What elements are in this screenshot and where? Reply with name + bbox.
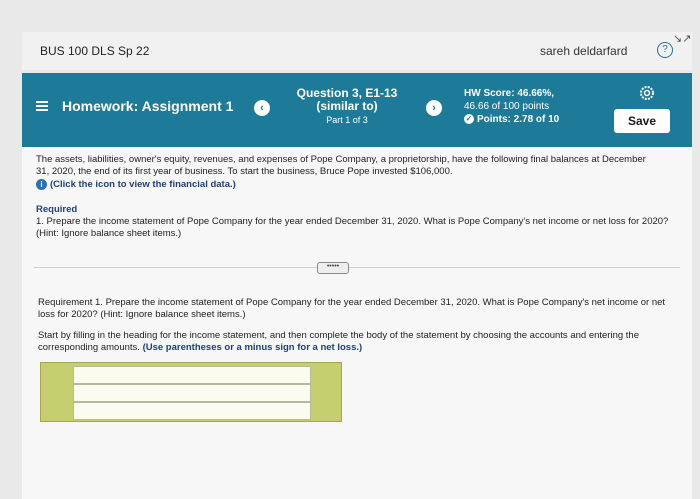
heading-period-input[interactable] [73,402,311,420]
expand-icon[interactable]: ↘↗ [673,32,691,45]
course-title: BUS 100 DLS Sp 22 [40,44,150,58]
question-content: The assets, liabilities, owner's equity,… [22,147,692,499]
requirement-1-instructions: Start by filling in the heading for the … [38,330,668,354]
user-name[interactable]: sareh deldarfard [540,44,627,58]
homework-bar: Homework: Assignment 1 ‹ Question 3, E1-… [22,73,692,147]
expand-collapse-button[interactable]: ••••• [317,262,349,274]
question-title: Question 3, E1-13 (similar to) [292,87,402,113]
question-points-text: Points: 2.78 of 10 [477,114,560,125]
score-panel: HW Score: 46.66%, 46.66 of 100 points ✓ P… [464,87,559,126]
previous-question-button[interactable]: ‹ [254,100,270,116]
menu-icon[interactable] [36,101,48,111]
income-statement-heading-box [40,362,342,422]
heading-statement-input[interactable] [73,384,311,402]
hw-points: 46.66 of 100 points [464,101,550,112]
homework-title: Homework: Assignment 1 [62,98,234,114]
check-icon: ✓ [464,114,474,125]
help-icon[interactable]: ? [657,42,673,58]
save-button[interactable]: Save [614,109,670,133]
required-heading: Required [36,204,78,215]
heading-company-input[interactable] [73,366,311,384]
top-bar: BUS 100 DLS Sp 22 sareh deldarfard ? ↘↗ [22,32,692,70]
financial-data-link[interactable]: i (Click the icon to view the financial d… [36,179,236,191]
info-link-text[interactable]: (Click the icon to view the financial da… [50,179,236,190]
requirement-1-text: Requirement 1. Prepare the income statem… [38,297,666,320]
section-divider [34,267,680,268]
intro-text: The assets, liabilities, owner's equity,… [36,154,646,177]
instructions-bold: (Use parentheses or a minus sign for a n… [142,342,363,353]
question-part: Part 1 of 3 [326,115,368,125]
question-points: ✓ Points: 2.78 of 10 [464,113,559,126]
hw-score: HW Score: 46.66%, [464,88,555,99]
settings-gear-icon[interactable] [639,85,655,101]
next-question-button[interactable]: › [426,100,442,116]
info-icon[interactable]: i [36,179,47,190]
question-similar: (similar to) [316,99,378,113]
required-item: 1. Prepare the income statement of Pope … [36,216,669,239]
